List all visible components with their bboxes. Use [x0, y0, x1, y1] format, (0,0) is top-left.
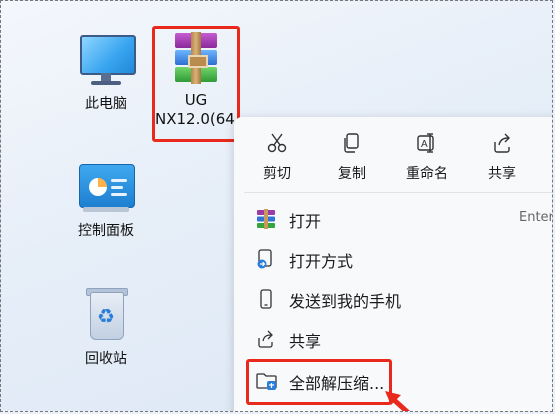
- open-with-icon: [256, 249, 276, 269]
- svg-text:A: A: [421, 139, 428, 150]
- share-quick-button[interactable]: 共享: [467, 129, 537, 183]
- red-arrow-icon: [383, 389, 423, 411]
- menu-item-send-to-phone[interactable]: 发送到我的手机: [234, 279, 552, 319]
- winrar-icon: [173, 32, 219, 84]
- menu-item-open-shortcut: Enter: [519, 210, 553, 225]
- desktop-icon-label: 回收站: [85, 351, 127, 367]
- phone-icon: [256, 289, 276, 309]
- cut-button[interactable]: 剪切: [242, 129, 312, 183]
- menu-item-send-to-phone-label: 发送到我的手机: [289, 292, 402, 311]
- scissors-icon: [242, 129, 312, 155]
- menu-item-open[interactable]: 打开 Enter: [234, 199, 553, 239]
- copy-button[interactable]: 复制: [317, 129, 387, 183]
- rename-button[interactable]: A 重命名: [392, 129, 462, 183]
- menu-item-share-label: 共享: [289, 332, 322, 351]
- copy-icon: [317, 129, 387, 155]
- menu-item-share[interactable]: 共享: [234, 319, 552, 359]
- share-icon: [467, 129, 537, 155]
- menu-divider: [244, 192, 552, 193]
- rename-icon: A: [392, 129, 462, 155]
- desktop-icon-ug-archive[interactable]: UG NX12.0(64.: [152, 26, 240, 142]
- desktop-icon-control-panel[interactable]: 控制面板: [71, 158, 141, 240]
- desktop-icon-label: 控制面板: [78, 223, 134, 239]
- rename-label: 重命名: [406, 166, 448, 182]
- archive-label-line1: UG: [184, 91, 208, 109]
- share-quick-label: 共享: [488, 166, 516, 182]
- desktop-icon-this-pc[interactable]: 此电脑: [71, 31, 141, 113]
- menu-item-open-label: 打开: [289, 212, 322, 231]
- share-icon: [256, 329, 276, 349]
- desktop: 此电脑 控制面板 ♻ 回收站 UG NX12.0(64. 剪切 复制 A 重命名…: [0, 0, 553, 412]
- desktop-icon-label: 此电脑: [85, 96, 127, 112]
- monitor-icon: [77, 31, 136, 89]
- menu-item-open-with[interactable]: 打开方式: [234, 239, 552, 279]
- copy-label: 复制: [338, 166, 366, 182]
- menu-item-open-with-label: 打开方式: [289, 252, 354, 271]
- archive-label: UG NX12.0(64.: [155, 91, 240, 129]
- cut-label: 剪切: [263, 166, 291, 182]
- winrar-icon: [256, 209, 276, 229]
- control-panel-icon: [77, 158, 135, 216]
- archive-label-line2: NX12.0(64.: [155, 110, 240, 128]
- extract-highlight-box: [246, 359, 392, 405]
- recycle-bin-icon: ♻: [77, 286, 135, 344]
- desktop-icon-recycle-bin[interactable]: ♻ 回收站: [71, 286, 141, 368]
